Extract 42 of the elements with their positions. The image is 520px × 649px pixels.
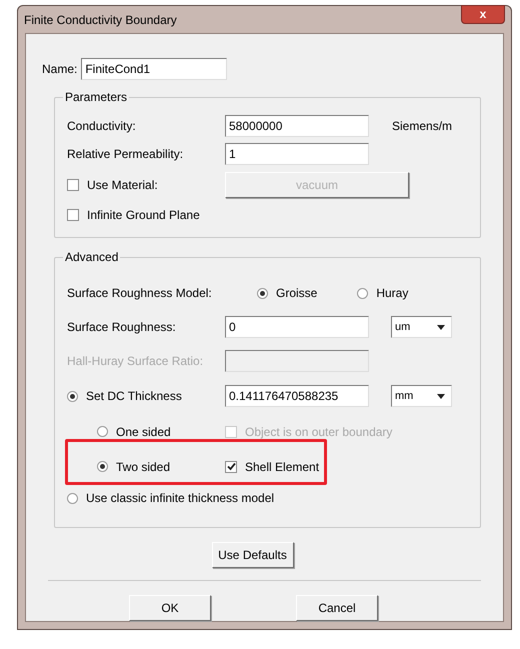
checkbox[interactable]	[67, 209, 79, 221]
use-defaults-button[interactable]: Use Defaults	[212, 542, 294, 568]
dropdown-arrow-icon	[437, 394, 445, 398]
unit-dropdown[interactable]: um	[391, 316, 452, 338]
name-label: Name:	[42, 61, 78, 78]
field-label: Hall-Huray Surface Ratio:	[67, 354, 204, 368]
conductivity-field[interactable]: 58000000	[225, 115, 369, 137]
radio-label: One sided	[116, 424, 171, 440]
radio-button[interactable]	[357, 288, 368, 298]
radio-button[interactable]	[257, 288, 268, 298]
radio-label: Use classic infinite thickness model	[86, 490, 274, 507]
radio-label: Huray	[376, 285, 408, 302]
dropdown-arrow-icon	[437, 324, 445, 330]
radio-label: Two sided	[116, 458, 170, 476]
close-button[interactable]: x	[461, 5, 505, 24]
radio-button[interactable]	[97, 426, 108, 437]
cancel-button[interactable]: Cancel	[296, 595, 378, 621]
name-field[interactable]: FiniteCond1	[81, 58, 228, 80]
radio-label: Set DC Thickness	[86, 388, 182, 405]
checkbox[interactable]	[67, 178, 79, 190]
thickness-field[interactable]: 0.141176470588235	[225, 385, 369, 407]
checkbox-label: Shell Element	[245, 458, 320, 476]
unit-label: Siemens/m	[392, 119, 452, 133]
field-label: Relative Permeability:	[67, 147, 184, 161]
radio-label: Groisse	[276, 285, 318, 302]
field-label: Conductivity:	[67, 119, 136, 133]
group-title: Parameters	[65, 90, 128, 104]
checkbox-label: Infinite Ground Plane	[87, 207, 200, 224]
group-title: Advanced	[65, 250, 118, 264]
window-title: Finite Conductivity Boundary	[24, 12, 177, 28]
roughness-field[interactable]: 0	[225, 316, 369, 338]
radio-button[interactable]	[67, 492, 78, 504]
checkbox[interactable]	[225, 460, 237, 472]
radio-button[interactable]	[67, 390, 78, 402]
ok-button[interactable]: OK	[129, 595, 211, 621]
field-label: Surface Roughness:	[67, 320, 176, 334]
unit-dropdown[interactable]: mm	[391, 385, 452, 407]
checkbox-label: Use Material:	[87, 176, 158, 194]
field-label: Surface Roughness Model:	[67, 286, 212, 300]
radio-button[interactable]	[97, 461, 108, 472]
checkbox-label: Object is on outer boundary	[245, 424, 392, 440]
permeability-field[interactable]: 1	[225, 143, 369, 165]
